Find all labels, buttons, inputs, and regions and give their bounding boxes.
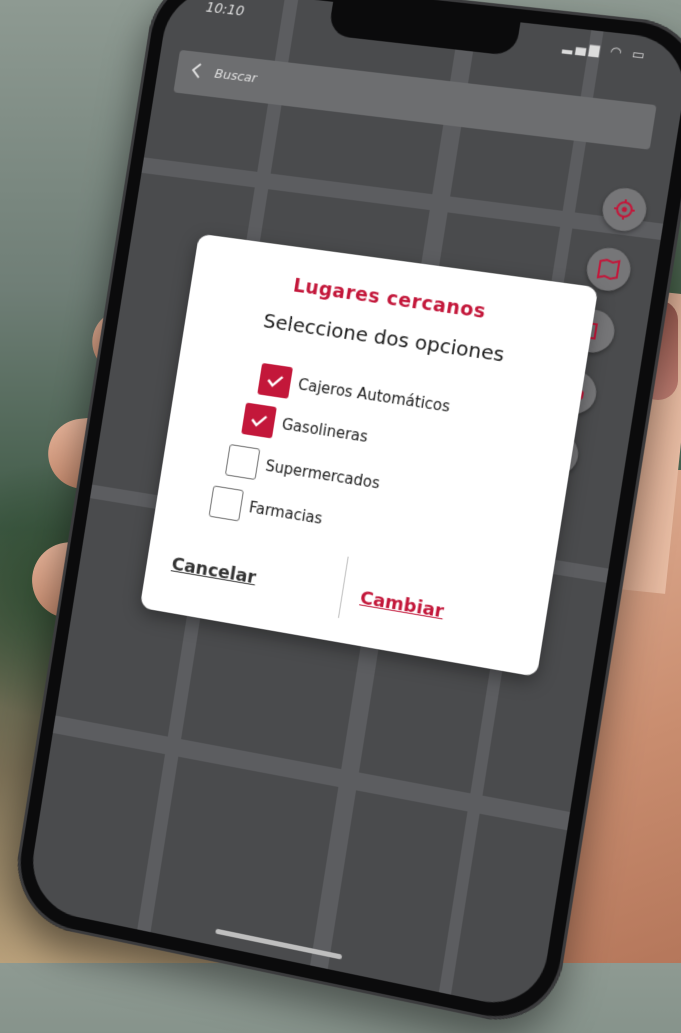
button-divider (337, 556, 349, 619)
nearby-places-dialog: Lugares cercanos Seleccione dos opciones… (139, 233, 599, 677)
option-label: Cajeros Automáticos (296, 375, 452, 416)
locate-icon (611, 197, 637, 222)
map-street (52, 715, 571, 831)
option-label: Supermercados (264, 456, 382, 493)
back-arrow-icon[interactable] (189, 61, 203, 80)
checkbox-unchecked[interactable] (208, 485, 244, 522)
checkbox-checked[interactable] (257, 362, 293, 399)
status-time: 10:10 (204, 0, 246, 20)
status-icons: ▂▄▆ ◠ ▭ (561, 39, 649, 64)
map-icon (596, 257, 622, 282)
checkmark-icon (263, 369, 288, 394)
option-label: Farmacias (247, 498, 324, 528)
search-bar[interactable]: Buscar (173, 49, 657, 150)
map-button[interactable] (583, 245, 634, 294)
search-label: Buscar (213, 66, 258, 87)
checkbox-unchecked[interactable] (224, 443, 261, 481)
checkmark-icon (247, 408, 272, 433)
map-street (141, 157, 664, 240)
checkbox-checked[interactable] (241, 402, 277, 439)
change-button[interactable]: Cambiar (359, 587, 446, 622)
option-pharmacies[interactable]: Farmacias (208, 484, 324, 535)
cancel-button[interactable]: Cancelar (170, 554, 257, 589)
option-label: Gasolineras (280, 415, 370, 447)
